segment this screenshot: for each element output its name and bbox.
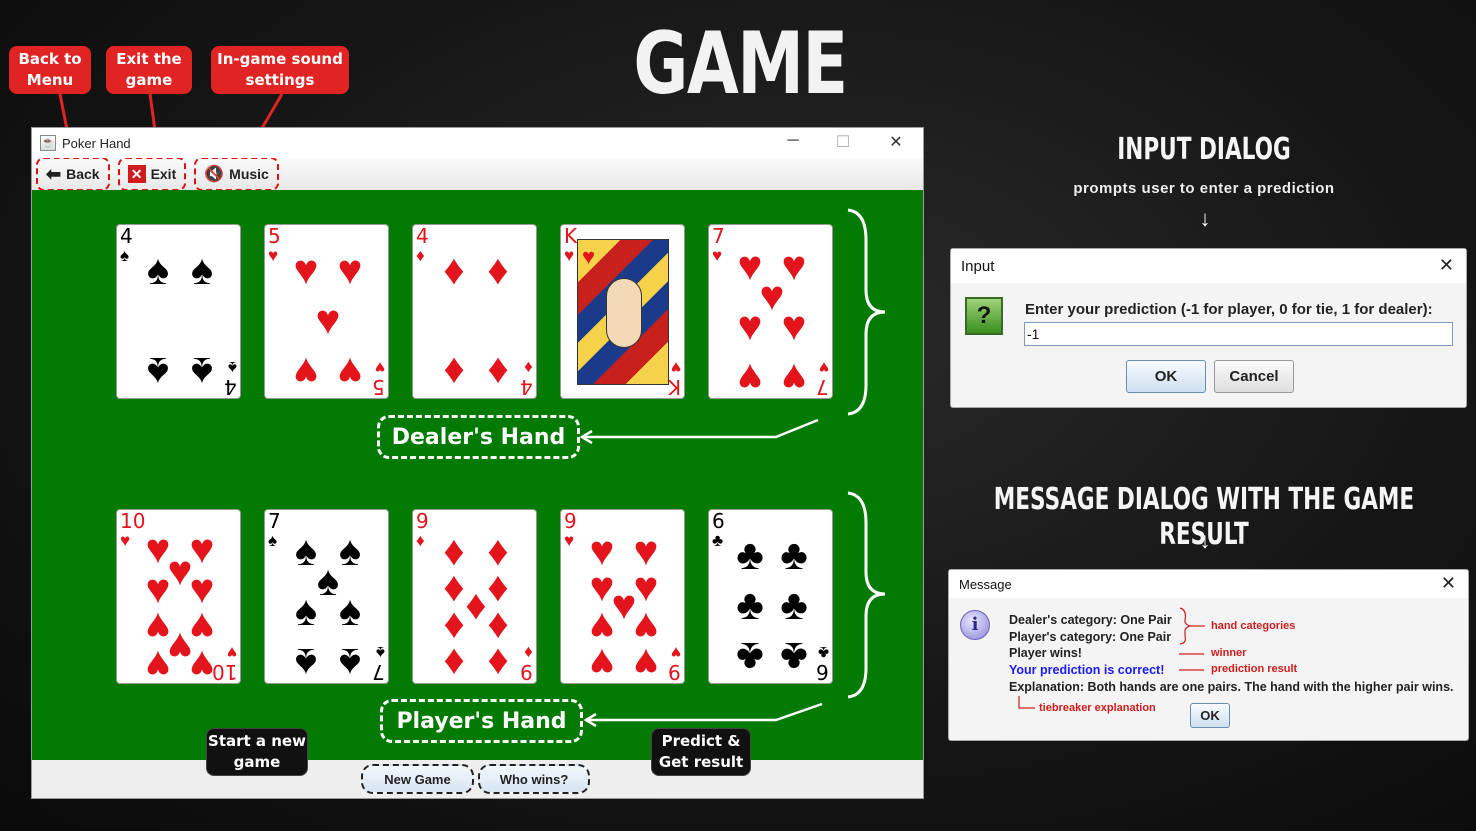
new-game-button[interactable]: New Game (361, 764, 474, 794)
message-dialog: Message ✕ i Dealer's category: One Pair … (948, 569, 1469, 741)
ok-button[interactable]: OK (1126, 360, 1206, 393)
prediction-input[interactable]: -1 (1024, 322, 1453, 346)
input-dialog: Input ✕ ? Enter your prediction (-1 for … (950, 248, 1467, 408)
callout-start-new-game: Start a new game (206, 728, 308, 776)
annotation-tiebreaker: tiebreaker explanation (1039, 702, 1156, 714)
annotation-hand-categories: hand categories (1211, 620, 1296, 632)
close-icon[interactable]: ✕ (1439, 255, 1454, 276)
question-icon: ? (965, 297, 1003, 335)
player-hand-label: Player's Hand (380, 699, 583, 743)
input-dialog-heading: INPUT DIALOG (1117, 132, 1291, 167)
annotation-prediction-result: prediction result (1211, 663, 1298, 675)
down-arrow-icon: ↓ (1199, 528, 1211, 553)
annotation-winner: winner (1211, 647, 1247, 659)
cancel-button[interactable]: Cancel (1214, 360, 1294, 393)
message-ok-button[interactable]: OK (1190, 703, 1230, 728)
input-dialog-title: Input (961, 257, 995, 275)
input-dialog-titlebar: Input ✕ (951, 249, 1466, 283)
down-arrow-icon: ↓ (1199, 206, 1211, 231)
input-dialog-subtitle: prompts user to enter a prediction (1073, 180, 1335, 197)
who-wins-button[interactable]: Who wins? (478, 764, 590, 794)
callout-predict: Predict & Get result (651, 728, 751, 776)
input-prompt: Enter your prediction (-1 for player, 0 … (1025, 301, 1433, 318)
dealer-hand-label: Dealer's Hand (377, 415, 580, 459)
